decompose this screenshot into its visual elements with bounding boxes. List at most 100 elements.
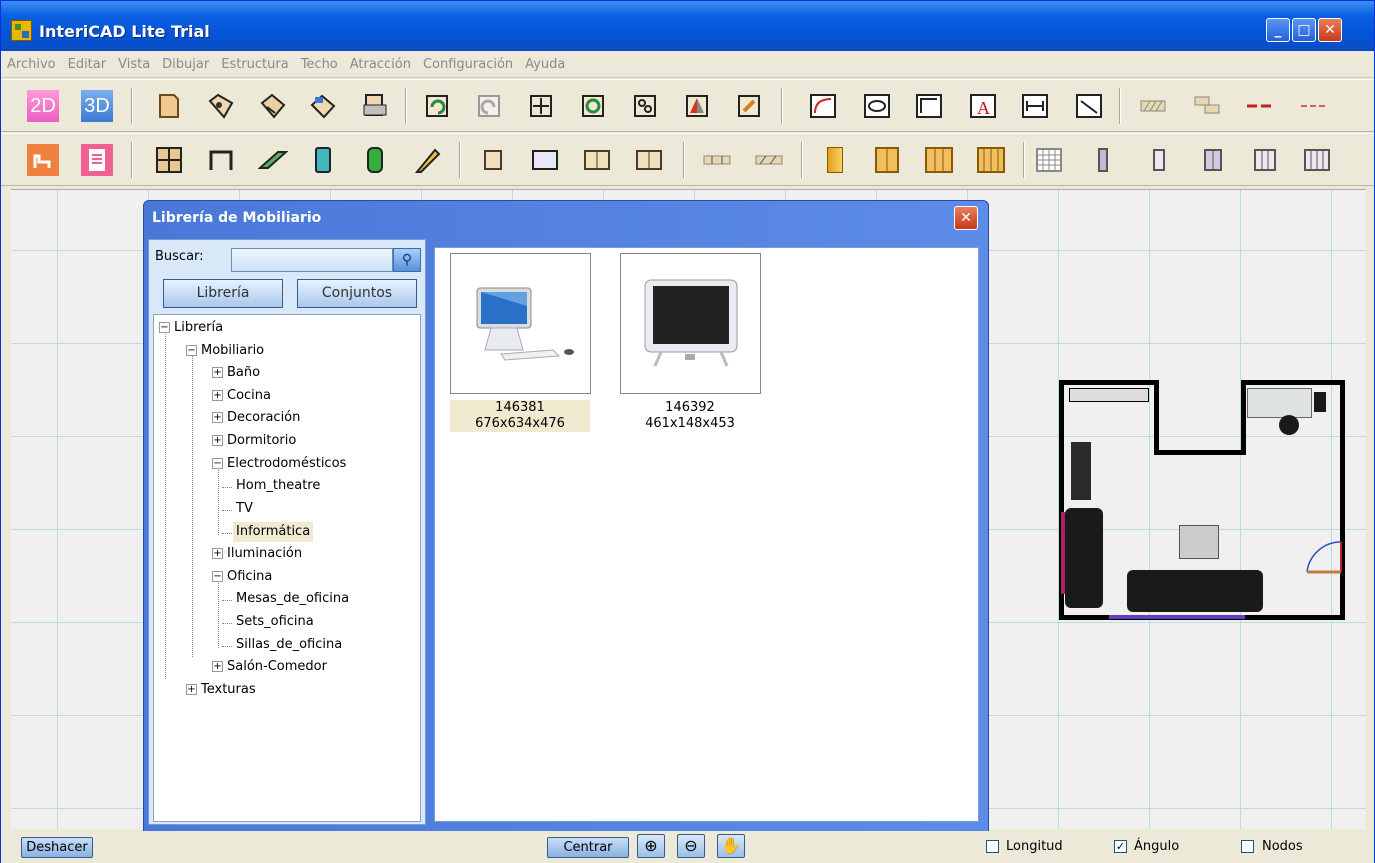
zoom-out-button[interactable]: ⊖ bbox=[677, 834, 705, 858]
search-button[interactable]: ⚲ bbox=[393, 248, 421, 272]
nodes-checkbox[interactable] bbox=[1241, 840, 1254, 853]
arc-wall-button[interactable] bbox=[807, 90, 839, 122]
text-button[interactable]: A bbox=[967, 90, 999, 122]
library-tab-button[interactable]: Librería bbox=[163, 279, 283, 308]
menu-estructura[interactable]: Estructura bbox=[215, 51, 294, 78]
shelf-4-button[interactable] bbox=[1301, 144, 1333, 176]
furniture-library-button[interactable] bbox=[27, 144, 59, 176]
double-panel-button[interactable] bbox=[633, 144, 665, 176]
tree-node-dormitorio[interactable]: + Dormitorio bbox=[212, 431, 296, 451]
wall-opening-button[interactable] bbox=[701, 144, 733, 176]
corner-area-button[interactable] bbox=[913, 90, 945, 122]
tree-node-informatica[interactable]: Informática bbox=[233, 522, 314, 542]
shelf-3-button[interactable] bbox=[1249, 144, 1281, 176]
tree-node-salon-comedor[interactable]: + Salón-Comedor bbox=[212, 657, 327, 677]
search-input[interactable] bbox=[231, 248, 393, 272]
save-file-button[interactable] bbox=[257, 90, 289, 122]
tree-node-sets-oficina[interactable]: Sets_oficina bbox=[236, 612, 314, 632]
mirror-button[interactable] bbox=[681, 90, 713, 122]
rotate-button[interactable] bbox=[577, 90, 609, 122]
length-checkbox[interactable] bbox=[986, 840, 999, 853]
tree-node-tv[interactable]: TV bbox=[236, 499, 253, 519]
door-frame-button[interactable] bbox=[1143, 144, 1175, 176]
tree-node-libreria[interactable]: − Librería bbox=[159, 318, 223, 338]
material-library-button[interactable] bbox=[81, 144, 113, 176]
menu-atraccion[interactable]: Atracción bbox=[344, 51, 417, 78]
expand-icon[interactable]: + bbox=[212, 390, 223, 401]
floor-plan-button[interactable] bbox=[153, 144, 185, 176]
room-button[interactable] bbox=[205, 144, 237, 176]
tree-node-bano[interactable]: + Baño bbox=[212, 363, 260, 383]
floor-plan[interactable] bbox=[1059, 380, 1345, 620]
hatch-1-button[interactable] bbox=[1137, 90, 1169, 122]
collapse-icon[interactable]: − bbox=[212, 458, 223, 469]
menu-editar[interactable]: Editar bbox=[62, 51, 113, 78]
minimize-button[interactable]: _ bbox=[1266, 18, 1290, 42]
grid-window-button[interactable] bbox=[1033, 144, 1065, 176]
center-button[interactable]: Centrar bbox=[547, 837, 629, 858]
tree-node-iluminacion[interactable]: + Iluminación bbox=[212, 544, 302, 564]
save-as-button[interactable] bbox=[307, 90, 339, 122]
door-double-frame-button[interactable] bbox=[1197, 144, 1229, 176]
double-window-button[interactable] bbox=[581, 144, 613, 176]
dialog-close-button[interactable]: ✕ bbox=[954, 206, 978, 230]
expand-icon[interactable]: + bbox=[212, 548, 223, 559]
pan-button[interactable]: ✋ bbox=[717, 834, 745, 858]
quad-door-button[interactable] bbox=[975, 144, 1007, 176]
line-dashed-red-button[interactable] bbox=[1297, 90, 1329, 122]
view-2d-button[interactable]: 2D bbox=[27, 90, 59, 122]
tree-node-electrodomesticos[interactable]: − Electrodomésticos bbox=[212, 454, 346, 474]
item-thumbnail[interactable] bbox=[620, 253, 761, 394]
door-tall-button[interactable] bbox=[819, 144, 851, 176]
expand-icon[interactable]: + bbox=[212, 435, 223, 446]
undo-button[interactable] bbox=[421, 90, 453, 122]
expand-icon[interactable]: + bbox=[186, 684, 197, 695]
tree-node-oficina[interactable]: − Oficina bbox=[212, 567, 272, 587]
item-thumbnail[interactable] bbox=[450, 253, 591, 394]
dimension-button[interactable] bbox=[1019, 90, 1051, 122]
menu-dibujar[interactable]: Dibujar bbox=[156, 51, 215, 78]
door-single-button[interactable] bbox=[477, 144, 509, 176]
sets-tab-button[interactable]: Conjuntos bbox=[297, 279, 417, 308]
tree-node-hom-theatre[interactable]: Hom_theatre bbox=[236, 476, 320, 496]
beam-button[interactable] bbox=[257, 144, 289, 176]
tree-node-decoracion[interactable]: + Decoración bbox=[212, 408, 300, 428]
maximize-button[interactable]: □ bbox=[1292, 18, 1316, 42]
door-narrow-button[interactable] bbox=[1089, 144, 1121, 176]
tree-node-sillas-de-oficina[interactable]: Sillas_de_oficina bbox=[236, 635, 342, 655]
expand-icon[interactable]: + bbox=[212, 367, 223, 378]
column-button[interactable] bbox=[307, 144, 339, 176]
menu-configuracion[interactable]: Configuración bbox=[417, 51, 519, 78]
angle-measure-button[interactable] bbox=[1073, 90, 1105, 122]
wall-opening-2-button[interactable] bbox=[753, 144, 785, 176]
expand-icon[interactable]: + bbox=[212, 412, 223, 423]
expand-icon[interactable]: + bbox=[212, 661, 223, 672]
title-bar[interactable]: InteriCAD Lite Trial _ □ ✕ bbox=[1, 1, 1374, 51]
triple-door-button[interactable] bbox=[923, 144, 955, 176]
collapse-icon[interactable]: − bbox=[212, 571, 223, 582]
move-button[interactable] bbox=[525, 90, 557, 122]
menu-archivo[interactable]: Archivo bbox=[1, 51, 62, 78]
zoom-in-button[interactable]: ⊕ bbox=[637, 834, 665, 858]
undo-status-button[interactable]: Deshacer bbox=[21, 837, 93, 858]
tree-node-mesas-de-oficina[interactable]: Mesas_de_oficina bbox=[236, 589, 349, 609]
edit-button[interactable] bbox=[733, 90, 765, 122]
new-file-button[interactable] bbox=[153, 90, 185, 122]
window-plain-button[interactable] bbox=[529, 144, 561, 176]
tree-node-mobiliario[interactable]: − Mobiliario bbox=[186, 341, 264, 361]
circle-area-button[interactable] bbox=[861, 90, 893, 122]
close-button[interactable]: ✕ bbox=[1318, 18, 1342, 42]
menu-ayuda[interactable]: Ayuda bbox=[519, 51, 571, 78]
angle-checkbox[interactable]: ✓ bbox=[1114, 840, 1127, 853]
redo-button[interactable] bbox=[473, 90, 505, 122]
view-3d-button[interactable]: 3D bbox=[81, 90, 113, 122]
print-button[interactable] bbox=[359, 90, 391, 122]
line-red-button[interactable] bbox=[1243, 90, 1275, 122]
collapse-icon[interactable]: − bbox=[159, 322, 170, 333]
collapse-icon[interactable]: − bbox=[186, 345, 197, 356]
cylinder-button[interactable] bbox=[359, 144, 391, 176]
tree-node-texturas[interactable]: + Texturas bbox=[186, 680, 256, 700]
menu-vista[interactable]: Vista bbox=[112, 51, 156, 78]
tree-node-cocina[interactable]: + Cocina bbox=[212, 386, 271, 406]
menu-techo[interactable]: Techo bbox=[295, 51, 344, 78]
